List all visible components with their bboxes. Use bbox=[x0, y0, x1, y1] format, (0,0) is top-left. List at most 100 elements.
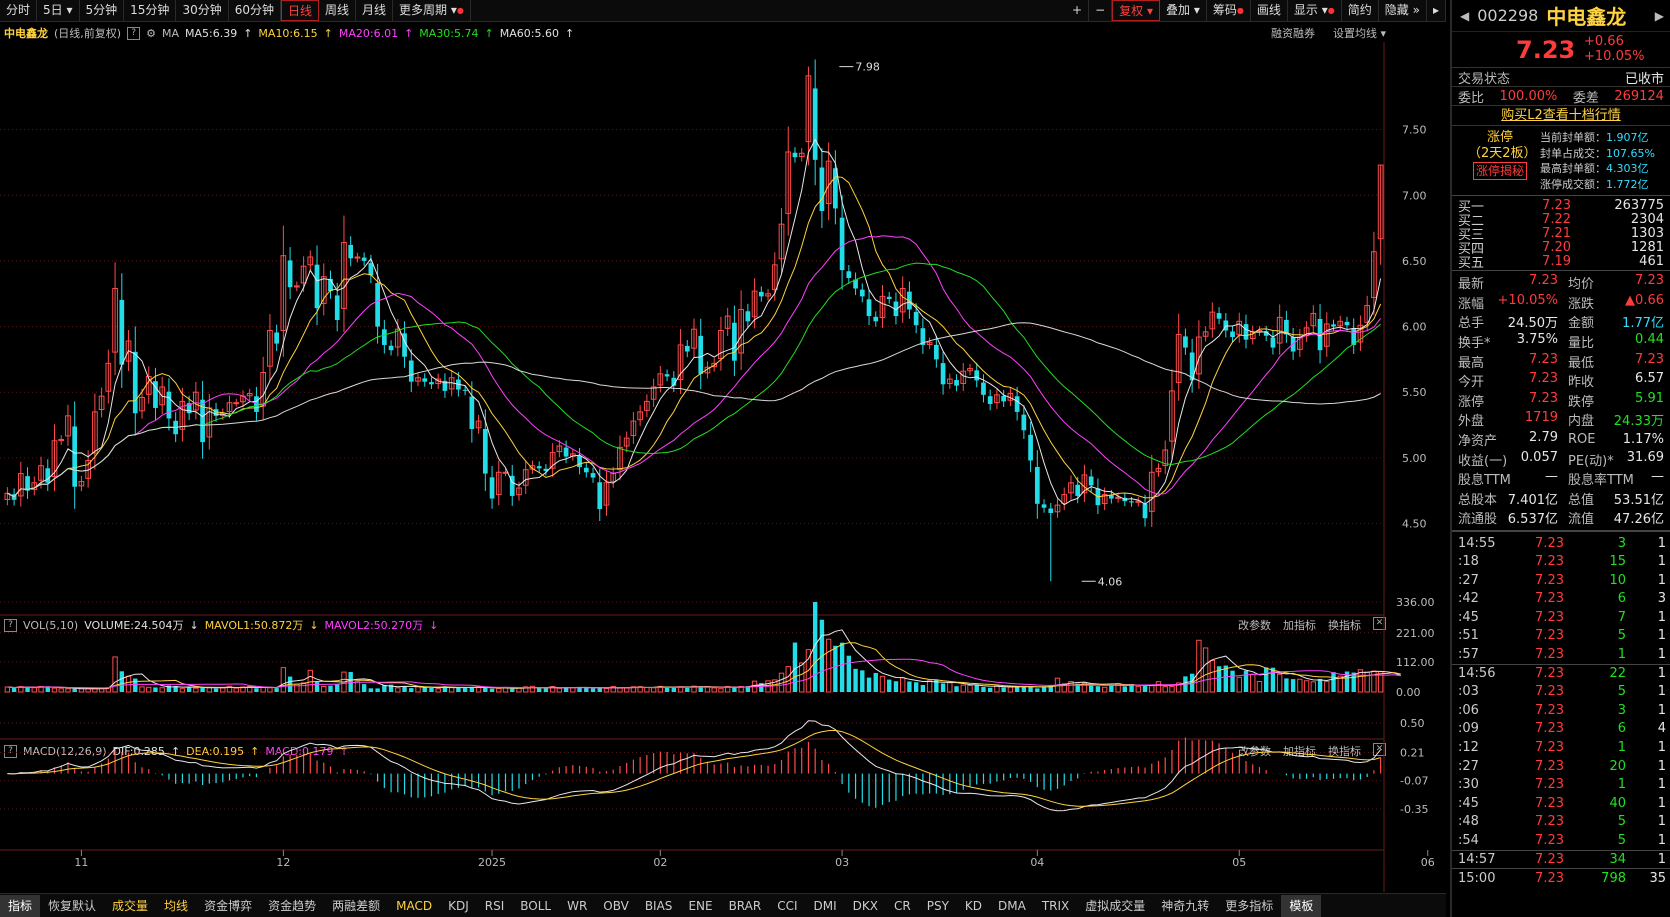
volume-bar bbox=[1135, 685, 1141, 693]
tab-5min[interactable]: 5分钟 bbox=[80, 0, 125, 21]
candle-body bbox=[859, 289, 865, 297]
hide-button[interactable]: 隐藏 » bbox=[1379, 0, 1427, 21]
indicator-tab[interactable]: 指标 bbox=[0, 894, 41, 917]
summary-value: 7.23 bbox=[1529, 273, 1558, 289]
volume-bar bbox=[1021, 686, 1027, 692]
volume-bar bbox=[860, 670, 865, 692]
volume-bar bbox=[590, 688, 596, 692]
indicator-tab[interactable]: CCI bbox=[769, 895, 805, 917]
candle-body bbox=[597, 482, 603, 510]
tab-5day[interactable]: 5日 ▾ bbox=[37, 0, 80, 21]
adjust-button[interactable]: 复权 ▾ bbox=[1112, 0, 1161, 21]
level-price: 7.23 bbox=[1542, 197, 1571, 213]
double-chevron-right-icon: » bbox=[1412, 3, 1420, 17]
indicator-tab[interactable]: TRIX bbox=[1034, 895, 1077, 917]
candle-body bbox=[381, 329, 387, 345]
indicator-tab[interactable]: 两融差额 bbox=[324, 895, 388, 917]
tick-count: 35 bbox=[1649, 870, 1666, 886]
indicator-tab[interactable]: MACD bbox=[388, 895, 440, 917]
indicator-tab[interactable]: WR bbox=[559, 895, 595, 917]
indicator-tab[interactable]: DKX bbox=[845, 895, 886, 917]
next-stock-icon[interactable]: ▶ bbox=[1655, 9, 1664, 23]
candle-body bbox=[469, 396, 475, 429]
tab-60min[interactable]: 60分钟 bbox=[229, 0, 281, 21]
tick-count: 1 bbox=[1657, 647, 1666, 663]
prev-stock-icon[interactable]: ◀ bbox=[1460, 9, 1469, 23]
indicator-tab[interactable]: BOLL bbox=[512, 895, 559, 917]
indicator-tab[interactable]: DMA bbox=[990, 895, 1034, 917]
summary-label: 总股本 bbox=[1458, 492, 1498, 508]
overlay-button[interactable]: 叠加 ▾ bbox=[1160, 0, 1207, 21]
volume-bar bbox=[711, 687, 717, 693]
zoom-in-button[interactable]: + bbox=[1066, 0, 1090, 21]
bid-ratio-label: 委比 bbox=[1458, 90, 1485, 106]
display-button[interactable]: 显示 ▾● bbox=[1288, 0, 1342, 21]
tab-more-periods[interactable]: 更多周期 ▾● bbox=[393, 0, 471, 21]
limit-stat-row: 最高封单额：4.303亿 bbox=[1540, 162, 1649, 175]
tick-volume: 1 bbox=[1617, 647, 1626, 663]
tick-row: :48 7.23 5 1 bbox=[1452, 813, 1670, 832]
tab-monthly[interactable]: 月线 bbox=[356, 0, 394, 21]
tick-time: :45 bbox=[1458, 609, 1479, 625]
indicator-tab[interactable]: 虚拟成交量 bbox=[1077, 895, 1153, 917]
candle-body bbox=[408, 360, 414, 382]
indicator-tab[interactable]: 均线 bbox=[156, 895, 196, 917]
indicator-tab[interactable]: RSI bbox=[477, 895, 513, 917]
tab-weekly[interactable]: 周线 bbox=[319, 0, 357, 21]
tab-daily[interactable]: 日线 bbox=[281, 0, 320, 21]
chips-button[interactable]: 筹码● bbox=[1207, 0, 1251, 21]
volume-bar bbox=[51, 687, 58, 693]
set-ma-button[interactable]: 设置均线 ▾ bbox=[1333, 25, 1386, 41]
indicator-tab[interactable]: 资金趋势 bbox=[260, 895, 324, 917]
indicator-tab[interactable]: OBV bbox=[595, 895, 637, 917]
tab-15min[interactable]: 15分钟 bbox=[124, 0, 177, 21]
tab-fenshi[interactable]: 分时 bbox=[0, 0, 38, 21]
limit-up-reveal-button[interactable]: 涨停揭秘 bbox=[1472, 162, 1527, 180]
candle-body bbox=[1243, 324, 1249, 340]
indicator-tab[interactable]: DMI bbox=[806, 895, 845, 917]
tick-list[interactable]: 14:55 7.23 3 1:18 7.23 15 1:27 7.23 10 1:42 7.23 6 3… bbox=[1452, 529, 1670, 887]
tick-price: 7.23 bbox=[1535, 572, 1564, 588]
summary-row: 最高 7.23 最低 7.23 bbox=[1452, 351, 1670, 371]
candle-body bbox=[1270, 337, 1276, 348]
indicator-tab[interactable]: BIAS bbox=[637, 895, 681, 917]
candle-body bbox=[1142, 503, 1148, 519]
indicator-tab[interactable]: BRAR bbox=[721, 895, 770, 917]
indicator-tab[interactable]: PSY bbox=[919, 895, 957, 917]
indicator-tab[interactable]: 模板 bbox=[1281, 894, 1322, 917]
volume-bar bbox=[1041, 686, 1047, 692]
help-icon[interactable]: ? bbox=[127, 26, 141, 40]
settings-gear-icon[interactable]: ⚙ bbox=[146, 27, 156, 40]
simple-button[interactable]: 简约 bbox=[1342, 0, 1379, 21]
summary-value: 53.51亿 bbox=[1613, 492, 1664, 508]
indicator-tab[interactable]: 资金博弈 bbox=[196, 895, 260, 917]
kline-chart[interactable]: 7.50 7.00 6.50 6.00 5.50 5.00 4.50 336.00 221.00… bbox=[0, 42, 1446, 892]
tick-row: 14:57 7.23 34 1 bbox=[1452, 849, 1670, 869]
indicator-tab[interactable]: KDJ bbox=[440, 895, 477, 917]
volume-bar bbox=[1101, 686, 1108, 693]
indicator-tab[interactable]: ENE bbox=[680, 895, 720, 917]
indicator-tab[interactable]: 神奇九转 bbox=[1153, 895, 1217, 917]
indicator-tab[interactable]: KD bbox=[957, 895, 990, 917]
indicator-tab[interactable]: 更多指标 bbox=[1217, 895, 1281, 917]
volume-bar bbox=[1276, 673, 1283, 693]
tick-price: 7.23 bbox=[1535, 609, 1564, 625]
limit-up-label: 涨停 （2天2板） 涨停揭秘 bbox=[1468, 130, 1537, 180]
volume-bar bbox=[153, 687, 158, 692]
indicator-tab[interactable]: CR bbox=[886, 895, 919, 917]
arrow-up-icon: ↑ bbox=[243, 26, 253, 40]
price-tick-label: 5.50 bbox=[1402, 386, 1427, 399]
draw-button[interactable]: 画线 bbox=[1251, 0, 1288, 21]
candle-body bbox=[1216, 313, 1222, 319]
tab-30min[interactable]: 30分钟 bbox=[176, 0, 229, 21]
margin-trading-button[interactable]: 融资融券 bbox=[1271, 25, 1315, 41]
zoom-out-button[interactable]: − bbox=[1089, 0, 1113, 21]
summary-label: 量比 bbox=[1568, 336, 1595, 352]
volume-bar bbox=[1209, 659, 1216, 693]
indicator-tab[interactable]: 成交量 bbox=[104, 895, 156, 917]
buy-l2-link[interactable]: 购买L2查看十档行情 bbox=[1452, 106, 1670, 126]
volume-bar bbox=[146, 686, 152, 693]
summary-label: 总手 bbox=[1458, 316, 1485, 332]
indicator-tab[interactable]: 恢复默认 bbox=[40, 895, 104, 917]
collapse-button[interactable]: ▸ bbox=[1427, 0, 1446, 21]
